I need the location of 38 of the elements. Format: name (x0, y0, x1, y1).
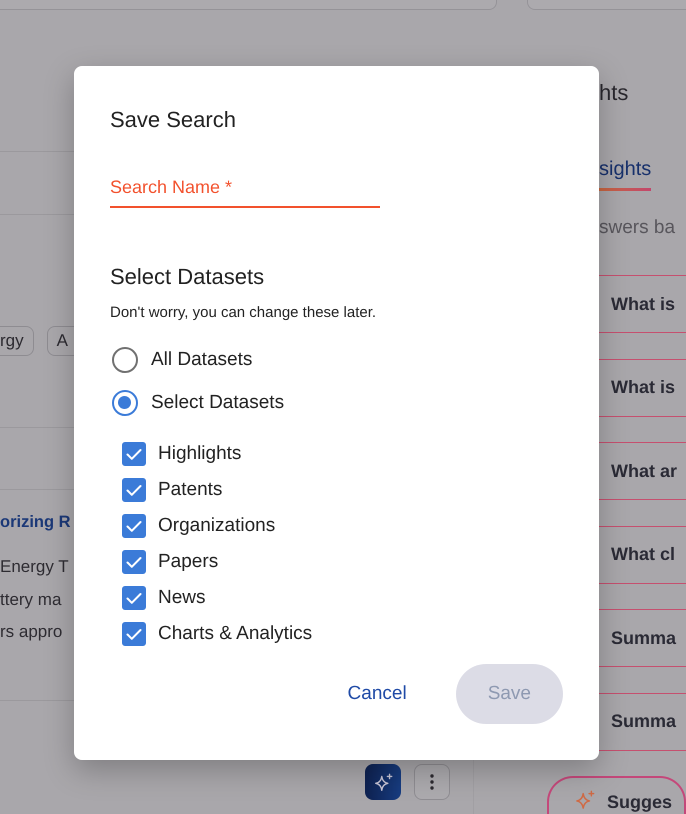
checkbox-label: Patents (158, 478, 222, 502)
tag-chip[interactable]: rgy (0, 326, 34, 356)
checkbox[interactable] (122, 514, 146, 538)
section-title: Select Datasets (110, 263, 266, 291)
checkbox[interactable] (122, 442, 146, 466)
kebab-icon (430, 774, 434, 790)
checkbox-label: Organizations (158, 514, 276, 538)
more-options-button[interactable] (414, 764, 450, 800)
check-icon (126, 520, 142, 532)
checkbox[interactable] (122, 622, 146, 646)
dialog-button[interactable]: Cancel (324, 664, 431, 724)
radio-button[interactable] (112, 347, 138, 373)
checkbox-label: News (158, 586, 206, 610)
checkbox-label: Highlights (158, 442, 242, 466)
radio-label: Select Datasets (151, 391, 284, 415)
dialog-title: Save Search (110, 106, 237, 134)
suggest-button[interactable]: Sugges (547, 776, 686, 814)
hint-text: Don't worry, you can change these later. (110, 303, 378, 323)
check-icon (126, 592, 142, 604)
check-icon (126, 556, 142, 568)
search-name-field[interactable]: Search Name * (110, 176, 380, 208)
sparkle-button[interactable] (365, 764, 401, 800)
sparkle-icon (575, 790, 595, 810)
checkbox[interactable] (122, 550, 146, 574)
checkbox-label: Papers (158, 550, 218, 574)
sparkle-icon (374, 772, 392, 792)
result-title-link[interactable]: orizing R (0, 510, 74, 534)
checkbox[interactable] (122, 478, 146, 502)
panel-heading: hts (599, 79, 630, 107)
result-snippet: Energy T ttery ma rs appro (0, 556, 70, 643)
checkbox[interactable] (122, 586, 146, 610)
radio-button[interactable] (112, 390, 138, 416)
check-icon (126, 448, 142, 460)
check-icon (126, 484, 142, 496)
radio-label: All Datasets (151, 348, 252, 372)
checkbox-label: Charts & Analytics (158, 622, 312, 646)
panel-subtitle: swers ba (599, 216, 676, 240)
check-icon (126, 628, 142, 640)
